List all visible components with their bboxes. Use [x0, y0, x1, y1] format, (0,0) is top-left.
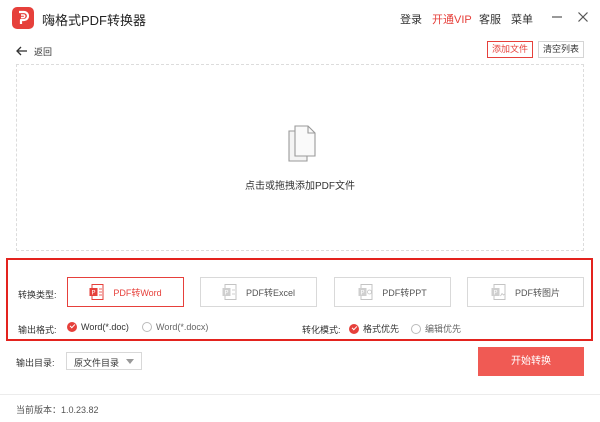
version-text: 当前版本：1.0.23.82 — [16, 405, 99, 415]
svg-text:P: P — [494, 289, 498, 297]
pdf-to-image-label: PDF转图片 — [514, 287, 560, 298]
clear-list-button[interactable]: 清空列表 — [538, 41, 584, 58]
pdf-to-image-button[interactable]: P PDF转图片 — [467, 277, 584, 307]
output-dir-select[interactable]: 原文件目录 — [66, 352, 142, 370]
close-button[interactable] — [575, 9, 591, 25]
format-doc-label: Word(*.doc) — [81, 322, 129, 332]
back-button[interactable]: 返回 — [16, 44, 52, 58]
minimize-button[interactable] — [549, 9, 565, 25]
drop-zone-hint: 点击或拖拽添加PDF文件 — [245, 181, 355, 192]
output-dir-label: 输出目录: — [16, 358, 55, 368]
output-format-label: 输出格式: — [18, 325, 57, 335]
app-logo — [12, 7, 34, 29]
radio-unchecked-icon — [142, 322, 152, 332]
conversion-settings-panel: 转换类型: P PDF转Word P PDF转Excel P PDF转PPT P… — [6, 258, 593, 341]
pdf-to-ppt-label: PDF转PPT — [382, 287, 427, 298]
pdf-to-excel-label: PDF转Excel — [245, 287, 295, 298]
svg-text:P: P — [225, 289, 229, 297]
output-dir-value: 原文件目录 — [74, 358, 120, 368]
vip-link[interactable]: 开通VIP — [432, 11, 472, 27]
radio-unchecked-icon — [411, 323, 421, 334]
app-title: 嗨格式PDF转换器 — [42, 13, 147, 28]
pdf-to-word-button[interactable]: P PDF转Word — [67, 277, 184, 307]
format-docx-radio[interactable]: Word(*.docx) — [142, 322, 208, 332]
svg-text:P: P — [92, 289, 96, 297]
back-label: 返回 — [34, 46, 53, 57]
menu-link[interactable]: 菜单 — [511, 11, 533, 27]
mode-edit-priority-label: 编辑优先 — [425, 324, 462, 334]
mode-format-priority-label: 格式优先 — [363, 324, 400, 334]
svg-text:P: P — [361, 289, 365, 297]
conversion-mode-label: 转化模式: — [302, 325, 341, 335]
document-stack-icon — [288, 125, 316, 162]
pdf-logo-icon — [19, 10, 30, 24]
back-arrow-icon — [16, 46, 27, 56]
format-doc-radio[interactable]: Word(*.doc) — [67, 322, 129, 332]
excel-icon: P — [222, 284, 237, 300]
pdf-to-word-label: PDF转Word — [113, 287, 162, 298]
file-drop-zone[interactable]: 点击或拖拽添加PDF文件 — [16, 64, 584, 251]
ppt-icon: P — [358, 284, 373, 300]
image-icon: P — [491, 284, 506, 300]
conversion-type-label: 转换类型: — [18, 290, 57, 300]
login-link[interactable]: 登录 — [400, 11, 422, 27]
mode-format-priority-radio[interactable]: 格式优先 — [349, 322, 399, 335]
mode-edit-priority-radio[interactable]: 编辑优先 — [411, 322, 461, 335]
minimize-icon — [552, 16, 562, 18]
pdf-to-excel-button[interactable]: P PDF转Excel — [200, 277, 317, 307]
word-icon: P — [89, 284, 104, 300]
close-icon — [578, 12, 588, 22]
chevron-down-icon — [126, 359, 134, 364]
footer-divider — [0, 394, 600, 395]
title-bar: 嗨格式PDF转换器 登录 开通VIP 客服 菜单 — [0, 0, 600, 36]
radio-checked-icon — [349, 323, 359, 334]
start-conversion-button[interactable]: 开始转换 — [478, 347, 584, 376]
service-link[interactable]: 客服 — [479, 11, 501, 27]
radio-checked-icon — [67, 322, 77, 332]
add-file-button[interactable]: 添加文件 — [487, 41, 533, 58]
pdf-to-ppt-button[interactable]: P PDF转PPT — [334, 277, 451, 307]
format-docx-label: Word(*.docx) — [156, 322, 209, 332]
